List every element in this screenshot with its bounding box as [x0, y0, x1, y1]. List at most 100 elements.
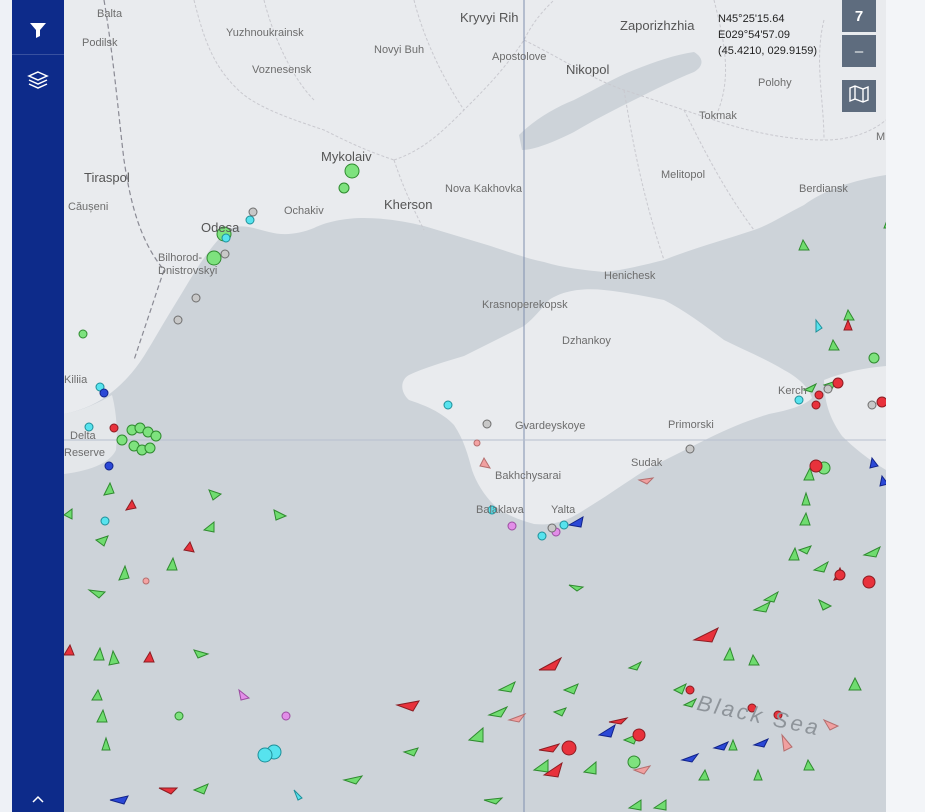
vessel-cargo — [797, 545, 812, 555]
place-label: Balaklava — [476, 504, 524, 516]
vessel-passenger — [752, 738, 770, 748]
filter-icon — [28, 20, 48, 40]
vessel-tanker — [538, 743, 561, 753]
map-style-button[interactable] — [842, 80, 876, 112]
vessel-tug-dot — [443, 400, 453, 410]
collapse-button[interactable] — [12, 785, 64, 812]
vessel-anchored — [78, 329, 88, 339]
vessel-tanker — [124, 498, 137, 511]
vessel-cargo — [402, 747, 419, 757]
vessel-stopped — [109, 423, 119, 433]
vessel-cargo — [728, 738, 738, 751]
coord-decimal: (45.4210, 029.9159) — [718, 45, 818, 57]
vessel-unknown — [173, 315, 183, 325]
place-label: Bakhchysarai — [495, 470, 562, 482]
vessel-anchored — [627, 755, 641, 769]
vessel-tug-dot — [221, 233, 231, 243]
vessel-stopped — [814, 390, 824, 400]
vessel-cargo — [627, 799, 642, 811]
zoom-out-button[interactable]: – — [842, 35, 876, 67]
vessel-cargo — [108, 649, 120, 666]
sidebar — [12, 0, 64, 812]
vessel-cargo — [818, 598, 833, 611]
vessel-tanker — [395, 700, 420, 712]
vessel-cargo — [552, 707, 567, 717]
vessel-tug-dot — [100, 516, 110, 526]
vessel-cargo — [562, 683, 579, 695]
vessel-unknown — [220, 249, 230, 259]
place-label: Delta — [70, 430, 96, 442]
vessel-cargo — [723, 646, 735, 661]
vessel-stopped — [862, 575, 876, 589]
layers-button[interactable] — [12, 54, 64, 106]
vessel-passenger — [567, 516, 584, 528]
vessel-cargo — [192, 783, 209, 795]
left-edge-strip — [0, 0, 12, 812]
vessel-stopped — [811, 400, 821, 410]
place-label: Gvardeyskoye — [515, 420, 586, 432]
vessel-cargo — [96, 708, 108, 723]
place-label: Yuzhnoukrainsk — [226, 27, 304, 39]
vessel-unknown — [867, 400, 877, 410]
vessel-other — [473, 439, 481, 447]
place-label: Kerch — [778, 385, 807, 397]
place-label: Kryvyi Rih — [460, 10, 519, 25]
layers-icon — [27, 69, 49, 91]
vessel-cargo — [273, 509, 288, 521]
vessel-anchored — [150, 430, 162, 442]
place-label: Ochakiv — [284, 205, 324, 217]
vessel-stopped — [876, 396, 886, 408]
vessel-unknown — [191, 293, 201, 303]
vessel-cargo — [652, 799, 667, 811]
vessel-cargo — [532, 759, 549, 773]
place-label: Primorski — [668, 419, 714, 431]
vessel-tanker — [692, 626, 719, 643]
vessel-anchored — [344, 163, 360, 179]
filter-button[interactable] — [12, 4, 64, 56]
vessel-tanker-faded — [507, 712, 527, 723]
place-label: Yalta — [551, 504, 576, 516]
vessel-cargo — [193, 649, 210, 659]
vessel-cargo — [762, 590, 779, 603]
vessel-passenger-dot — [99, 388, 109, 398]
vessel-cargo — [748, 653, 760, 666]
vessel-cargo — [788, 546, 800, 561]
vessel-tanker-faded — [822, 718, 840, 731]
vessel-cargo — [848, 676, 862, 691]
place-label: Tiraspol — [84, 170, 130, 185]
right-panel — [886, 0, 925, 812]
vessel-cargo — [101, 736, 111, 751]
vessel-cargo — [202, 520, 215, 533]
zoom-level-button[interactable]: 7 — [842, 0, 876, 32]
vessel-tanker-faded — [637, 477, 655, 485]
vessel-cargo — [487, 705, 509, 718]
place-label: Kherson — [384, 197, 433, 212]
vessel-stopped — [809, 459, 823, 473]
place-label: Bilhorod-Dnistrovskyi — [158, 252, 218, 277]
place-label: Zaporizhzhia — [620, 18, 695, 33]
place-label: Krasnoperekopsk — [482, 299, 568, 311]
place-label: Balta — [97, 8, 123, 20]
vessel-anchored — [116, 434, 128, 446]
map-canvas[interactable]: Balta Podilsk Yuzhnoukrainsk Novyi Buh K… — [64, 0, 886, 812]
vessel-other — [142, 577, 150, 585]
vessel-cargo — [208, 489, 223, 501]
vessel-cargo — [91, 688, 103, 701]
vessel-unknown — [685, 444, 695, 454]
vessel-stopped — [632, 728, 646, 742]
chevron-up-icon — [32, 794, 44, 804]
vessel-unknown — [823, 384, 833, 394]
vessel-cargo — [698, 768, 710, 781]
vessel-tug-dot — [559, 520, 569, 530]
place-label: Tokmak — [699, 110, 737, 122]
coord-lat: N45°25'15.64 — [718, 13, 785, 25]
vessel-cargo — [103, 481, 115, 496]
vessel-pleasure-dot — [507, 521, 517, 531]
vessel-cargo — [672, 682, 687, 695]
vessel-cargo — [497, 680, 516, 693]
place-label: Berdiansk — [799, 183, 848, 195]
vessel-pleasure — [238, 688, 251, 701]
place-label: M — [876, 131, 886, 143]
vessel-tug — [293, 789, 303, 801]
vessel-cargo — [118, 564, 130, 581]
